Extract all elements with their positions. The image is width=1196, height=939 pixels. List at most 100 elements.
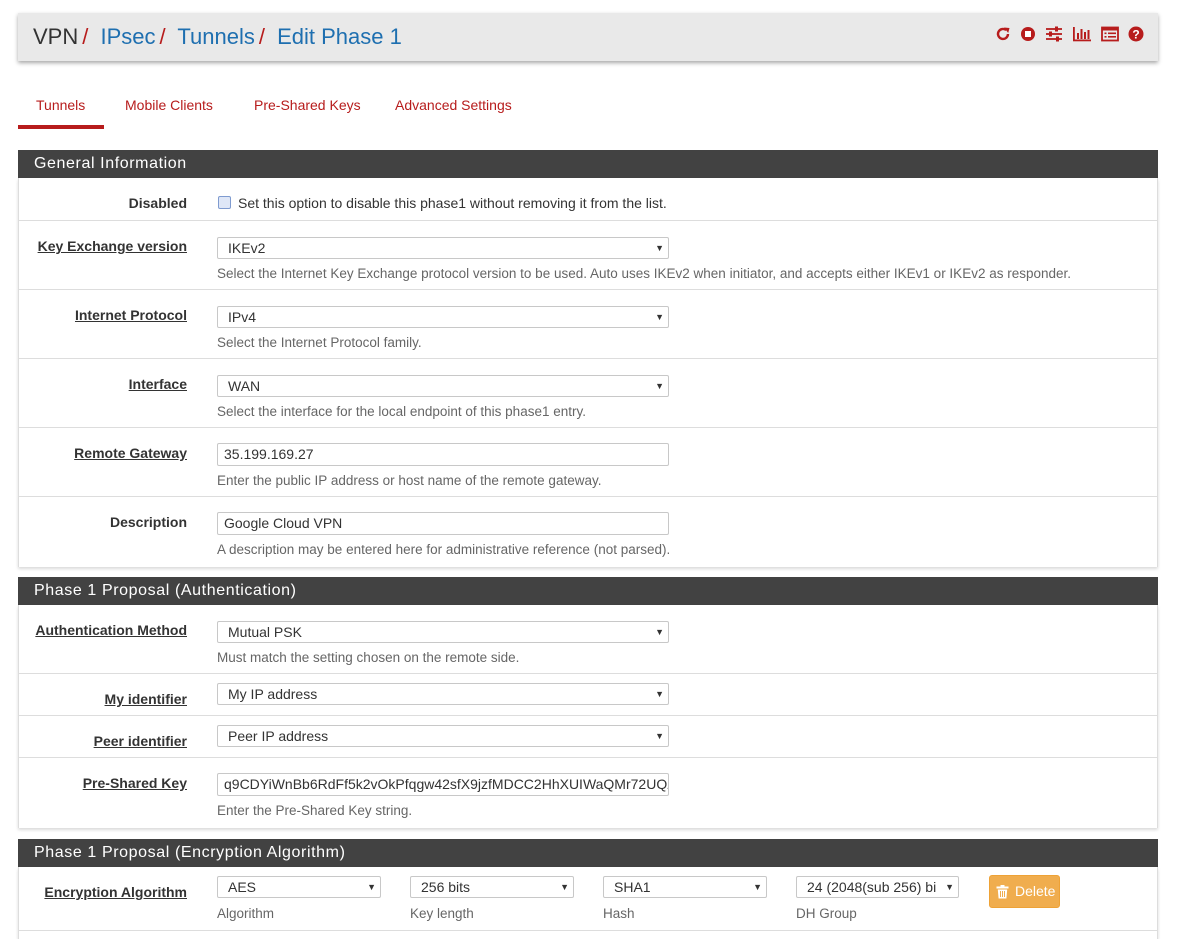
phase1-auth-header: Phase 1 Proposal (Authentication) (18, 577, 1158, 605)
disabled-checkbox[interactable] (218, 196, 231, 209)
breadcrumb-ipsec-link[interactable]: IPsec (101, 24, 156, 49)
key-exchange-row: Key Exchange version IKEv2 ▼ Select the I… (19, 221, 1157, 290)
description-row: Description Google Cloud VPN A descripti… (19, 497, 1157, 567)
dh-group-select[interactable]: 24 (2048(sub 256) bi ▼ (796, 876, 959, 898)
psk-help: Enter the Pre-Shared Key string. (217, 803, 413, 818)
active-tab-indicator (18, 125, 104, 129)
chevron-down-icon: ▼ (655, 689, 664, 699)
dh-group-caption: DH Group (796, 906, 857, 921)
svg-text:?: ? (1132, 27, 1139, 41)
key-exchange-value: IKEv2 (228, 240, 266, 256)
remote-gateway-input[interactable]: 35.199.169.27 (217, 443, 669, 466)
delete-button[interactable]: Delete (989, 875, 1060, 908)
internet-protocol-row: Internet Protocol IPv4 ▼ Select the Inter… (19, 290, 1157, 359)
bar-chart-icon[interactable] (1072, 26, 1092, 42)
my-identifier-select[interactable]: My IP address ▼ (217, 683, 669, 705)
key-length-select[interactable]: 256 bits ▼ (410, 876, 574, 898)
remote-gateway-help: Enter the public IP address or host name… (217, 473, 602, 488)
tab-bar: Tunnels Mobile Clients Pre-Shared Keys A… (18, 88, 1158, 130)
internet-protocol-help: Select the Internet Protocol family. (217, 335, 422, 350)
peer-identifier-label[interactable]: Peer identifier (94, 733, 187, 749)
key-length-value: 256 bits (421, 879, 471, 895)
tab-advanced-settings[interactable]: Advanced Settings (395, 88, 512, 128)
log-list-icon[interactable] (1101, 26, 1119, 42)
algorithm-value: AES (228, 879, 257, 895)
description-input[interactable]: Google Cloud VPN (217, 512, 669, 535)
auth-method-row: Authentication Method Mutual PSK ▼ Must m… (19, 605, 1157, 674)
auth-method-select[interactable]: Mutual PSK ▼ (217, 621, 669, 643)
reload-icon[interactable] (995, 26, 1011, 42)
interface-row: Interface WAN ▼ Select the interface for … (19, 359, 1157, 428)
delete-button-label: Delete (1015, 883, 1056, 899)
chevron-down-icon: ▼ (655, 243, 664, 253)
breadcrumb-tunnels-link[interactable]: Tunnels (177, 24, 254, 49)
interface-value: WAN (228, 378, 261, 394)
psk-input[interactable]: q9CDYiWnBb6RdFf5k2vOkPfqgw42sfX9jzfMDCC2… (217, 773, 669, 796)
psk-row: Pre-Shared Key q9CDYiWnBb6RdFf5k2vOkPfqg… (19, 758, 1157, 828)
algorithm-select[interactable]: AES ▼ (217, 876, 381, 898)
header-icon-bar: ? (995, 26, 1144, 42)
internet-protocol-select[interactable]: IPv4 ▼ (217, 306, 669, 328)
key-length-caption: Key length (410, 906, 474, 921)
chevron-down-icon: ▼ (655, 627, 664, 637)
dh-group-value: 24 (2048(sub 256) bi (807, 879, 937, 895)
interface-label[interactable]: Interface (129, 376, 187, 392)
disabled-label: Disabled (128, 195, 187, 211)
key-exchange-select[interactable]: IKEv2 ▼ (217, 237, 669, 259)
chevron-down-icon: ▼ (367, 882, 376, 892)
phase1-encryption-header: Phase 1 Proposal (Encryption Algorithm) (18, 839, 1158, 867)
my-identifier-row: My identifier My IP address ▼ (19, 674, 1157, 716)
encryption-algorithm-label[interactable]: Encryption Algorithm (44, 884, 187, 900)
description-help: A description may be entered here for ad… (217, 542, 671, 557)
chevron-down-icon: ▼ (753, 882, 762, 892)
chevron-down-icon: ▼ (655, 381, 664, 391)
general-information-header: General Information (18, 150, 1158, 178)
disabled-row: Disabled Set this option to disable this… (19, 178, 1157, 221)
psk-label[interactable]: Pre-Shared Key (83, 775, 187, 791)
phase1-auth-panel: Authentication Method Mutual PSK ▼ Must m… (18, 605, 1158, 828)
remote-gateway-label[interactable]: Remote Gateway (74, 445, 187, 461)
hash-select[interactable]: SHA1 ▼ (603, 876, 767, 898)
peer-identifier-row: Peer identifier Peer IP address ▼ (19, 716, 1157, 758)
trash-icon (996, 885, 1009, 899)
breadcrumb-edit-phase1-link[interactable]: Edit Phase 1 (277, 24, 402, 49)
stop-icon[interactable] (1020, 26, 1036, 42)
my-identifier-value: My IP address (228, 686, 318, 702)
sliders-icon[interactable] (1045, 26, 1063, 42)
my-identifier-label[interactable]: My identifier (105, 691, 187, 707)
auth-method-label[interactable]: Authentication Method (35, 622, 187, 638)
encryption-algorithm-row: Encryption Algorithm AES ▼ Algorithm 256 … (19, 867, 1157, 931)
auth-method-help: Must match the setting chosen on the rem… (217, 650, 520, 665)
peer-identifier-select[interactable]: Peer IP address ▼ (217, 725, 669, 747)
hash-caption: Hash (603, 906, 635, 921)
page-header: VPN / IPsec / Tunnels / Edit Phase 1 ? (18, 13, 1158, 61)
interface-select[interactable]: WAN ▼ (217, 375, 669, 397)
internet-protocol-label[interactable]: Internet Protocol (75, 307, 187, 323)
breadcrumb-separator: / (82, 24, 89, 49)
tab-tunnels[interactable]: Tunnels (36, 88, 85, 128)
key-exchange-help: Select the Internet Key Exchange protoco… (217, 266, 1072, 281)
auth-method-value: Mutual PSK (228, 624, 302, 640)
chevron-down-icon: ▼ (655, 312, 664, 322)
breadcrumb-separator: / (258, 24, 265, 49)
tab-mobile-clients[interactable]: Mobile Clients (125, 88, 213, 128)
chevron-down-icon: ▼ (945, 882, 954, 892)
key-exchange-label[interactable]: Key Exchange version (38, 238, 187, 254)
phase1-encryption-panel: Encryption Algorithm AES ▼ Algorithm 256 … (18, 867, 1158, 939)
description-label: Description (109, 514, 187, 530)
internet-protocol-value: IPv4 (228, 309, 257, 325)
help-icon[interactable]: ? (1128, 26, 1144, 42)
breadcrumb-vpn: VPN (33, 24, 79, 49)
chevron-down-icon: ▼ (560, 882, 569, 892)
breadcrumb-separator: / (159, 24, 166, 49)
disabled-checkbox-text: Set this option to disable this phase1 w… (238, 195, 667, 211)
peer-identifier-value: Peer IP address (228, 728, 329, 744)
remote-gateway-row: Remote Gateway 35.199.169.27 Enter the p… (19, 428, 1157, 497)
interface-help: Select the interface for the local endpo… (217, 404, 586, 419)
tab-pre-shared-keys[interactable]: Pre-Shared Keys (254, 88, 361, 128)
chevron-down-icon: ▼ (655, 731, 664, 741)
general-information-panel: Disabled Set this option to disable this… (18, 178, 1158, 567)
breadcrumb: VPN / IPsec / Tunnels / Edit Phase 1 (33, 24, 402, 50)
hash-value: SHA1 (614, 879, 651, 895)
algorithm-caption: Algorithm (217, 906, 275, 921)
